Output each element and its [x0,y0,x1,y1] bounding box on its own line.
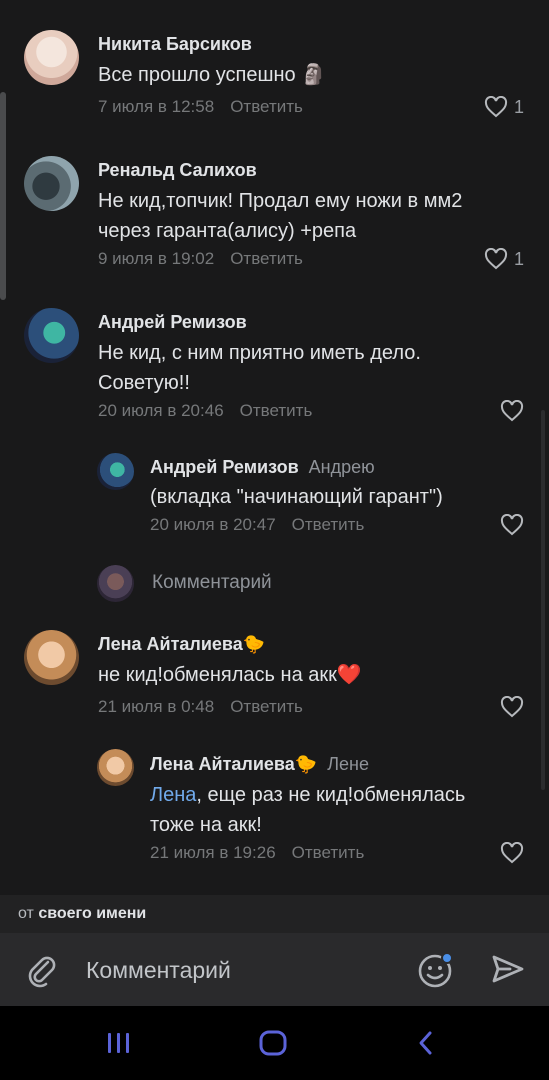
like-count: 1 [514,96,525,117]
comment-meta: 9 июля в 19:02 Ответить [98,249,303,269]
posting-as-value[interactable]: своего имени [38,905,146,922]
reply-button[interactable]: Ответить [230,249,303,268]
comment-text: Все прошло успешно 🗿 [98,60,326,90]
comment: Ренальд Салихов Не кид,топчик! Продал ем… [0,140,549,290]
avatar[interactable] [97,749,134,786]
heart-icon [500,400,524,422]
comment-date: 7 июля в 12:58 [98,97,215,116]
reply-comment: Андрей Ремизов Андрею (вкладка "начинающи… [0,440,549,550]
comment-text: Не кид,топчик! Продал ему ножи в мм2 чер… [98,186,462,246]
avatar [97,565,134,602]
reply-date: 21 июля в 19:26 [150,843,276,862]
reply-meta: 20 июля в 20:47 Ответить [150,515,364,535]
reply-to-name[interactable]: Лене [327,754,369,774]
reply-author-name[interactable]: Лена Айталиева🐤 [150,754,317,774]
like-button[interactable] [500,514,524,536]
comment: Никита Барсиков Все прошло успешно 🗿 7 и… [0,0,549,140]
comment-text: не кид!обменялась на акк❤️ [98,664,362,686]
reply-author[interactable]: Андрей Ремизов Андрею [150,457,375,478]
avatar[interactable] [24,630,79,685]
reply-text: (вкладка "начинающий гарант") [150,486,443,508]
posting-as-bar[interactable]: от своего имени [0,895,549,933]
like-button[interactable] [500,696,524,718]
posting-as-prefix: от [18,905,39,922]
thread-reply-input[interactable]: Комментарий [0,550,549,620]
thread-reply-placeholder: Комментарий [152,572,272,593]
comment-input[interactable]: Комментарий [86,957,231,984]
avatar[interactable] [24,156,79,211]
mention-link[interactable]: Лена [150,784,196,806]
send-icon[interactable] [490,951,526,987]
like-button[interactable]: 1 [484,96,524,118]
heart-icon [500,514,524,536]
recent-apps-icon[interactable] [104,1030,134,1056]
comment-date: 20 июля в 20:46 [98,401,224,420]
reply-author[interactable]: Лена Айталиева🐤 Лене [150,754,369,775]
comment-text-line: через гаранта(алису) +репа [98,220,357,242]
avatar[interactable] [24,308,79,363]
like-button[interactable] [500,400,524,422]
emoji-icon[interactable] [416,950,456,990]
home-icon[interactable] [257,1028,289,1058]
scrollbar-track[interactable] [541,410,545,790]
heart-icon [500,842,524,864]
reply-button[interactable]: Ответить [240,401,313,420]
comment-date: 9 июля в 19:02 [98,249,215,268]
comment-meta: 20 июля в 20:46 Ответить [98,401,312,421]
like-count: 1 [514,248,525,269]
like-button[interactable] [500,842,524,864]
heart-icon [484,96,508,118]
comment-text-line: Советую!! [98,372,190,394]
scrollbar[interactable] [0,92,6,300]
reply-text-line: тоже на акк! [150,814,262,836]
comments-feed[interactable]: Никита Барсиков Все прошло успешно 🗿 7 и… [0,0,549,895]
reply-button[interactable]: Ответить [230,97,303,116]
reply-to-name[interactable]: Андрею [309,457,375,477]
avatar[interactable] [24,30,79,85]
comment: Андрей Ремизов Не кид, с ним приятно име… [0,290,549,440]
comment-text: Не кид, с ним приятно иметь дело. Совету… [98,338,421,398]
reply-text-line: , еще раз не кид!обменялась [196,784,466,806]
comment-meta: 21 июля в 0:48 Ответить [98,697,303,717]
comment: Лена Айталиева🐤 не кид!обменялась на акк… [0,620,549,730]
like-button[interactable]: 1 [484,248,524,270]
heart-icon [484,248,508,270]
comment-meta: 7 июля в 12:58 Ответить [98,97,303,117]
reply-text: Лена, еще раз не кид!обменялась тоже на … [150,780,465,840]
reply-button[interactable]: Ответить [292,515,365,534]
comment-author[interactable]: Андрей Ремизов [98,312,247,333]
comment-text-line: Не кид, с ним приятно иметь дело. [98,342,421,364]
comment-author[interactable]: Лена Айталиева🐤 [98,634,265,655]
reply-author-name[interactable]: Андрей Ремизов [150,457,299,477]
paperclip-icon[interactable] [24,952,60,988]
comment-author[interactable]: Ренальд Салихов [98,160,257,181]
back-icon[interactable] [412,1028,440,1058]
comment-author[interactable]: Никита Барсиков [98,34,252,55]
reply-button[interactable]: Ответить [292,843,365,862]
reply-meta: 21 июля в 19:26 Ответить [150,843,364,863]
heart-icon [500,696,524,718]
comment-text-line: Все прошло успешно 🗿 [98,64,327,86]
system-navigation-bar [0,1006,549,1080]
reply-button[interactable]: Ответить [230,697,303,716]
reply-comment: Лена Айталиева🐤 Лене Лена, еще раз не кид… [0,730,549,880]
avatar[interactable] [97,453,134,490]
comment-composer: Комментарий [0,933,549,1006]
reply-date: 20 июля в 20:47 [150,515,276,534]
comment-text-line: Не кид,топчик! Продал ему ножи в мм2 [98,190,463,212]
comment-date: 21 июля в 0:48 [98,697,215,716]
